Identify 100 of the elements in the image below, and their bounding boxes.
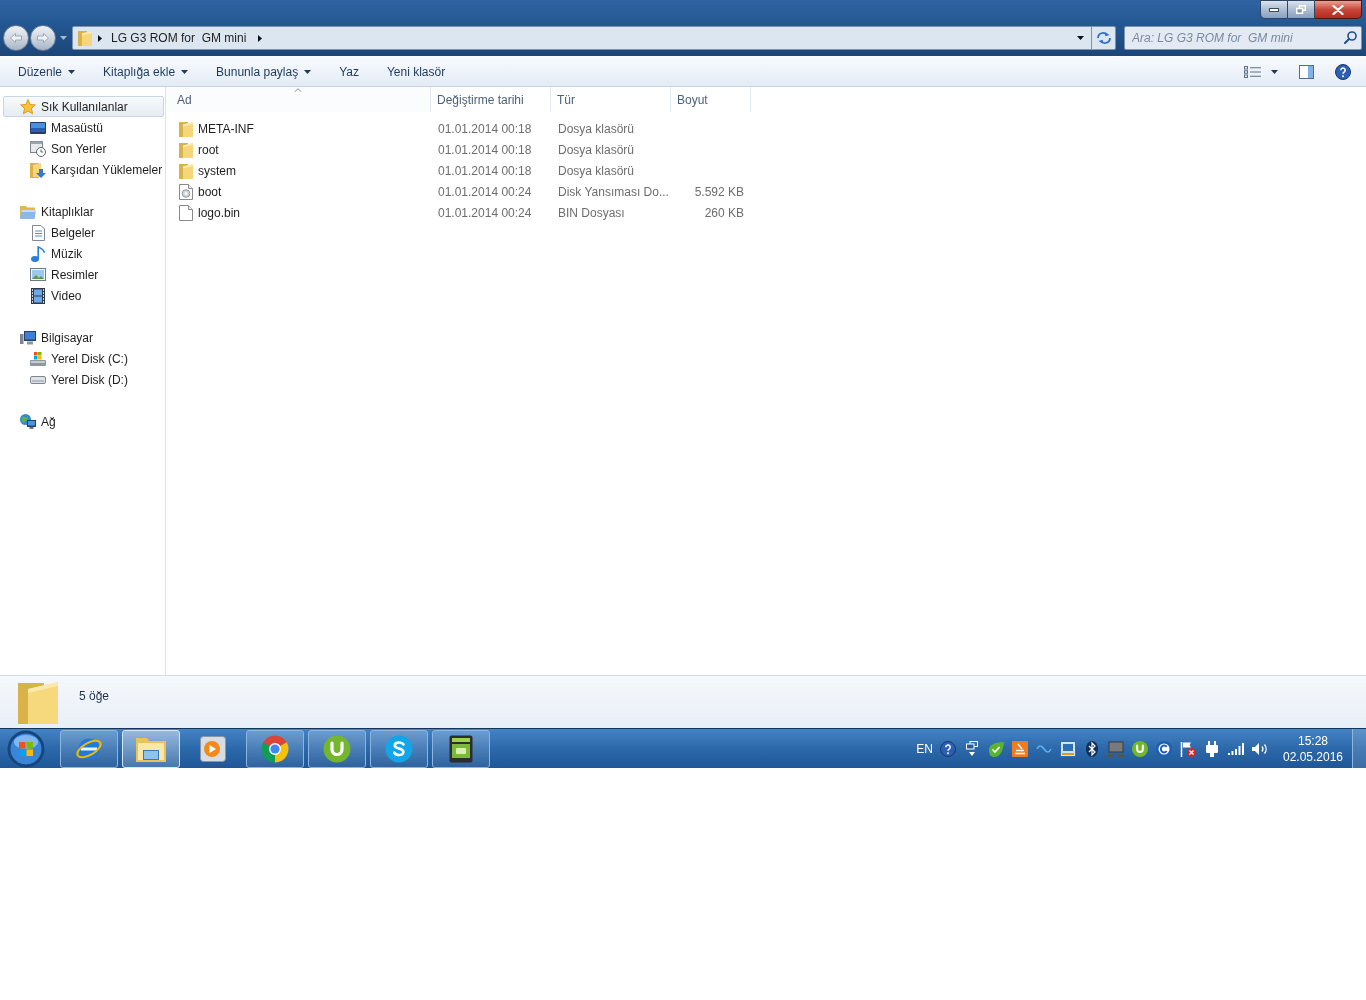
leaf-check-icon[interactable] bbox=[988, 740, 1004, 757]
sidebar-item[interactable]: Ağ bbox=[3, 411, 164, 432]
window-badge-icon[interactable] bbox=[1060, 740, 1076, 757]
music-note-icon bbox=[31, 245, 45, 262]
modified-date: 01.01.2014 00:18 bbox=[438, 162, 532, 180]
file-type: Dosya klasörü bbox=[558, 141, 635, 159]
close-icon bbox=[1332, 4, 1344, 15]
wave-icon[interactable] bbox=[1036, 743, 1052, 754]
triangle-right-icon bbox=[258, 34, 263, 42]
window-clock-icon bbox=[30, 140, 46, 157]
file-type: Dosya klasörü bbox=[558, 162, 635, 180]
search-field[interactable]: Ara: LG G3 ROM for GM mini bbox=[1124, 26, 1362, 50]
file-name[interactable]: system bbox=[198, 161, 236, 180]
triangle-right-icon bbox=[98, 34, 102, 42]
speaker-icon[interactable] bbox=[1252, 741, 1268, 756]
minimize-button[interactable] bbox=[1260, 0, 1288, 19]
toolbar-button[interactable]: Yeni klasör bbox=[378, 60, 454, 83]
file-size: 260 KB bbox=[704, 204, 744, 222]
signal-bars-icon[interactable] bbox=[1228, 742, 1244, 755]
help-icon bbox=[1335, 63, 1351, 80]
file-name[interactable]: root bbox=[198, 140, 219, 159]
file-name[interactable]: logo.bin bbox=[198, 203, 241, 222]
taskbar-button[interactable] bbox=[370, 729, 428, 768]
toolbar-button[interactable]: Düzenle bbox=[10, 60, 84, 83]
drive-flag-icon bbox=[30, 351, 46, 366]
flag-error-icon[interactable] bbox=[1180, 740, 1196, 757]
file-type: Dosya klasörü bbox=[558, 120, 635, 138]
close-button[interactable] bbox=[1315, 0, 1362, 19]
device-screen-icon bbox=[449, 734, 473, 763]
computer-icon bbox=[20, 330, 36, 345]
pane-icon bbox=[1299, 64, 1314, 79]
taskbar-button[interactable] bbox=[308, 729, 366, 768]
clock-date[interactable]: 02.05.2016 bbox=[1282, 748, 1344, 765]
ring-icon[interactable] bbox=[1156, 740, 1172, 757]
sidebar-item[interactable]: Karşıdan Yüklemeler bbox=[3, 159, 164, 180]
file-name[interactable]: META-INF bbox=[198, 119, 254, 138]
caret-icon bbox=[68, 69, 76, 74]
sidebar-item[interactable]: Yerel Disk (D:) bbox=[3, 369, 164, 390]
arrow-left-icon bbox=[10, 33, 22, 43]
folder-icon bbox=[136, 735, 166, 762]
toolbar-button[interactable]: Bununla paylaş bbox=[208, 60, 320, 83]
toolbar-button[interactable]: Kitaplığa ekle bbox=[95, 60, 197, 83]
plug-icon[interactable] bbox=[1205, 740, 1219, 757]
disc-file-icon bbox=[179, 183, 193, 200]
caret-icon bbox=[1076, 36, 1084, 40]
s-circle-icon bbox=[385, 734, 413, 763]
file-size: 5.592 KB bbox=[694, 183, 744, 201]
sidebar-item[interactable]: Sık Kullanılanlar bbox=[3, 96, 164, 117]
sidebar-item[interactable]: Bilgisayar bbox=[3, 327, 164, 348]
star-icon bbox=[20, 98, 36, 115]
play-icon bbox=[200, 735, 226, 762]
taskbar-button[interactable] bbox=[432, 729, 490, 768]
sidebar-item[interactable]: Kitaplıklar bbox=[3, 201, 164, 222]
file-type: BIN Dosyası bbox=[558, 204, 625, 222]
folder-icon bbox=[18, 680, 58, 724]
document-icon bbox=[31, 224, 45, 241]
monitor-icon bbox=[30, 121, 46, 134]
show-desktop-button[interactable] bbox=[1352, 729, 1366, 768]
sidebar-item[interactable]: Video bbox=[3, 285, 164, 306]
folder-icon bbox=[179, 141, 193, 158]
toolbar-button[interactable]: Yaz bbox=[331, 60, 367, 83]
file-type: Disk Yansıması Do... bbox=[558, 183, 669, 201]
restore-button[interactable] bbox=[1288, 0, 1315, 19]
stacked-windows-icon[interactable] bbox=[966, 740, 978, 757]
drive-icon bbox=[30, 375, 46, 384]
bluetooth-icon[interactable] bbox=[1086, 740, 1098, 757]
folder-icon bbox=[179, 162, 193, 179]
picture-icon bbox=[30, 268, 46, 281]
address-bar[interactable]: LG G3 ROM for GM mini bbox=[72, 26, 1116, 50]
modified-date: 01.01.2014 00:18 bbox=[438, 141, 532, 159]
breadcrumb-item[interactable]: LG G3 ROM for GM mini bbox=[107, 29, 251, 47]
clock-time[interactable]: 15:28 bbox=[1298, 732, 1328, 749]
sidebar-item[interactable]: Son Yerler bbox=[3, 138, 164, 159]
u-circle-icon[interactable] bbox=[1132, 740, 1148, 757]
sidebar-item[interactable]: Müzik bbox=[3, 243, 164, 264]
caret-icon bbox=[59, 36, 67, 40]
sidebar-item[interactable]: Resimler bbox=[3, 264, 164, 285]
segmented-circle-icon bbox=[261, 734, 289, 763]
help-icon[interactable] bbox=[940, 740, 956, 757]
folder-download-icon bbox=[30, 161, 46, 178]
item-count: 5 öğe bbox=[79, 688, 110, 705]
modified-date: 01.01.2014 00:18 bbox=[438, 120, 532, 138]
language-indicator[interactable]: EN bbox=[916, 739, 933, 758]
network-globe-icon bbox=[20, 414, 36, 429]
arrow-right-icon bbox=[37, 33, 49, 43]
column-header[interactable]: Ad bbox=[166, 87, 431, 112]
start-button[interactable] bbox=[6, 729, 46, 768]
sidebar-item[interactable]: Yerel Disk (C:) bbox=[3, 348, 164, 369]
restore-icon bbox=[1296, 5, 1306, 14]
folder-icon bbox=[78, 30, 92, 46]
library-folder-icon bbox=[20, 204, 36, 219]
sidebar-item[interactable]: Belgeler bbox=[3, 222, 164, 243]
flag-orb-icon bbox=[7, 729, 45, 768]
minimize-icon bbox=[1269, 7, 1279, 12]
refresh-icon bbox=[1095, 31, 1112, 45]
caret-icon bbox=[1271, 69, 1278, 74]
sidebar-item[interactable]: Masaüstü bbox=[3, 117, 164, 138]
file-name[interactable]: boot bbox=[198, 182, 222, 201]
tile-icon[interactable] bbox=[1012, 740, 1028, 757]
view-list-icon bbox=[1244, 65, 1261, 78]
